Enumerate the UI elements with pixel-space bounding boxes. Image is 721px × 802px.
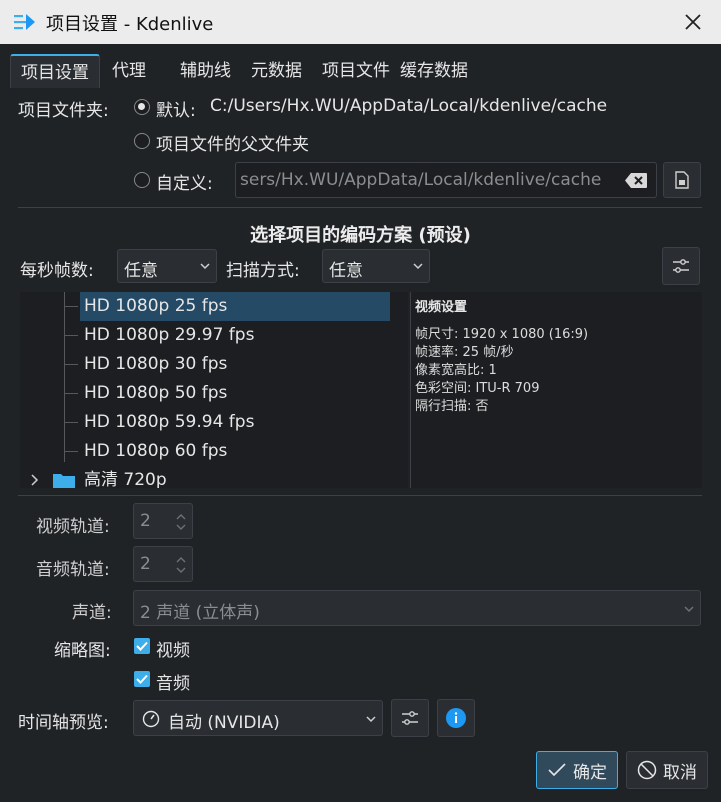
tab-project-settings[interactable]: 项目设置: [10, 54, 100, 88]
video-tracks-value: 2: [140, 511, 151, 531]
cancel-button[interactable]: 取消: [626, 751, 708, 789]
video-tracks-spinbox[interactable]: 2: [133, 503, 193, 539]
kdenlive-logo-icon: [14, 14, 35, 30]
preview-settings-button[interactable]: [391, 699, 429, 737]
browse-folder-button[interactable]: [663, 162, 701, 198]
default-folder-radio[interactable]: [134, 99, 150, 115]
video-thumbnail-checkbox[interactable]: [134, 638, 150, 654]
project-folder-label: 项目文件夹:: [18, 101, 109, 121]
channels-select[interactable]: 2 声道 (立体声): [133, 590, 701, 626]
tree-group-720p[interactable]: 高清 720p: [80, 466, 390, 488]
profile-tree[interactable]: HD 1080p 25 fps HD 1080p 29.97 fps HD 10…: [20, 292, 408, 488]
tree-item-1080p-60[interactable]: HD 1080p 60 fps: [80, 437, 390, 466]
audio-tracks-label: 音频轨道:: [36, 560, 110, 580]
fps-value: 任意: [124, 261, 158, 281]
tree-branch: [64, 422, 78, 423]
tree-item-1080p-25[interactable]: HD 1080p 25 fps: [80, 292, 390, 321]
scan-value: 任意: [329, 261, 363, 281]
tree-branch: [64, 306, 78, 307]
tree-branch: [64, 451, 78, 452]
cancel-button-label: 取消: [663, 762, 697, 783]
audio-tracks-spinbox[interactable]: 2: [133, 546, 193, 582]
default-folder-label: 默认:: [156, 101, 196, 121]
ok-button[interactable]: 确定: [536, 751, 618, 789]
timeline-preview-label: 时间轴预览:: [18, 713, 109, 733]
tab-guides[interactable]: 辅助线: [170, 54, 241, 88]
custom-folder-path: sers/Hx.WU/AppData/Local/kdenlive/cache: [240, 170, 602, 190]
cancel-icon: [637, 760, 657, 780]
profile-settings-button[interactable]: [662, 247, 700, 285]
clear-text-icon[interactable]: [624, 172, 648, 189]
title-bar: 项目设置 - Kdenlive: [0, 0, 721, 44]
fps-label: 每秒帧数:: [20, 261, 94, 281]
chevron-down-icon: [684, 606, 694, 613]
chevron-down-icon: [413, 263, 423, 270]
close-icon: [685, 14, 701, 30]
close-button[interactable]: [679, 8, 707, 36]
divider-2: [18, 495, 702, 496]
ok-button-label: 确定: [573, 762, 607, 783]
thumbnails-label: 缩略图:: [54, 641, 111, 661]
tree-guide-line: [64, 292, 65, 462]
custom-folder-input[interactable]: sers/Hx.WU/AppData/Local/kdenlive/cache: [235, 162, 657, 198]
info-icon: [446, 708, 466, 728]
info-frame-size: 帧尺寸: 1920 x 1080 (16:9): [415, 327, 589, 342]
info-colorspace: 色彩空间: ITU-R 709: [415, 381, 540, 396]
checkmark-icon: [136, 641, 148, 651]
sliders-icon: [673, 259, 689, 273]
preview-info-button[interactable]: [437, 699, 475, 737]
channels-label: 声道:: [72, 603, 112, 623]
timeline-preview-select[interactable]: 自动 (NVIDIA): [133, 700, 383, 736]
checkmark-icon: [136, 674, 148, 684]
tab-cache-data[interactable]: 缓存数据: [400, 54, 478, 88]
audio-tracks-value: 2: [140, 554, 151, 574]
scan-select[interactable]: 任意: [322, 249, 430, 283]
tree-item-1080p-2997[interactable]: HD 1080p 29.97 fps: [80, 321, 390, 350]
chevron-down-icon: [200, 263, 210, 270]
video-tracks-label: 视频轨道:: [36, 517, 110, 537]
chevron-right-icon[interactable]: [30, 474, 40, 486]
tree-item-1080p-50[interactable]: HD 1080p 50 fps: [80, 379, 390, 408]
sliders-icon: [402, 711, 418, 725]
profile-heading: 选择项目的编码方案 (预设): [250, 225, 471, 246]
spin-arrows-icon: [176, 557, 186, 573]
checkmark-icon: [548, 763, 566, 777]
tree-branch: [64, 364, 78, 365]
audio-thumbnail-checkbox[interactable]: [134, 671, 150, 687]
chevron-down-icon: [366, 716, 376, 723]
custom-folder-radio[interactable]: [134, 172, 150, 188]
tree-item-1080p-5994[interactable]: HD 1080p 59.94 fps: [80, 408, 390, 437]
audio-thumbnail-label: 音频: [156, 674, 190, 694]
spin-arrows-icon: [176, 514, 186, 530]
fps-select[interactable]: 任意: [117, 249, 217, 283]
tab-bar: 项目设置 代理 辅助线 元数据 项目文件 缓存数据: [10, 54, 478, 88]
tree-item-1080p-30[interactable]: HD 1080p 30 fps: [80, 350, 390, 379]
open-file-icon: [675, 171, 689, 189]
video-thumbnail-label: 视频: [156, 641, 190, 661]
custom-folder-label: 自定义:: [156, 174, 213, 194]
parent-folder-radio[interactable]: [134, 133, 150, 149]
timeline-preview-value: 自动 (NVIDIA): [168, 713, 280, 733]
tree-branch: [64, 393, 78, 394]
channels-value: 2 声道 (立体声): [140, 603, 260, 623]
window-title: 项目设置 - Kdenlive: [46, 14, 214, 35]
speedometer-icon: [142, 710, 160, 728]
info-title: 视频设置: [415, 300, 468, 315]
divider-1: [18, 207, 702, 208]
default-folder-path: C:/Users/Hx.WU/AppData/Local/kdenlive/ca…: [210, 96, 608, 116]
tab-proxy[interactable]: 代理: [102, 54, 156, 88]
parent-folder-label: 项目文件的父文件夹: [156, 135, 309, 155]
folder-icon: [53, 474, 75, 488]
info-frame-rate: 帧速率: 25 帧/秒: [415, 345, 514, 360]
info-interlaced: 隔行扫描: 否: [415, 399, 489, 414]
scan-label: 扫描方式:: [226, 261, 300, 281]
tab-metadata[interactable]: 元数据: [241, 54, 312, 88]
profile-info-panel: 视频设置 帧尺寸: 1920 x 1080 (16:9) 帧速率: 25 帧/秒…: [410, 292, 702, 488]
tree-branch: [64, 335, 78, 336]
info-pixel-aspect: 像素宽高比: 1: [415, 363, 497, 378]
tab-project-files[interactable]: 项目文件: [312, 54, 400, 88]
